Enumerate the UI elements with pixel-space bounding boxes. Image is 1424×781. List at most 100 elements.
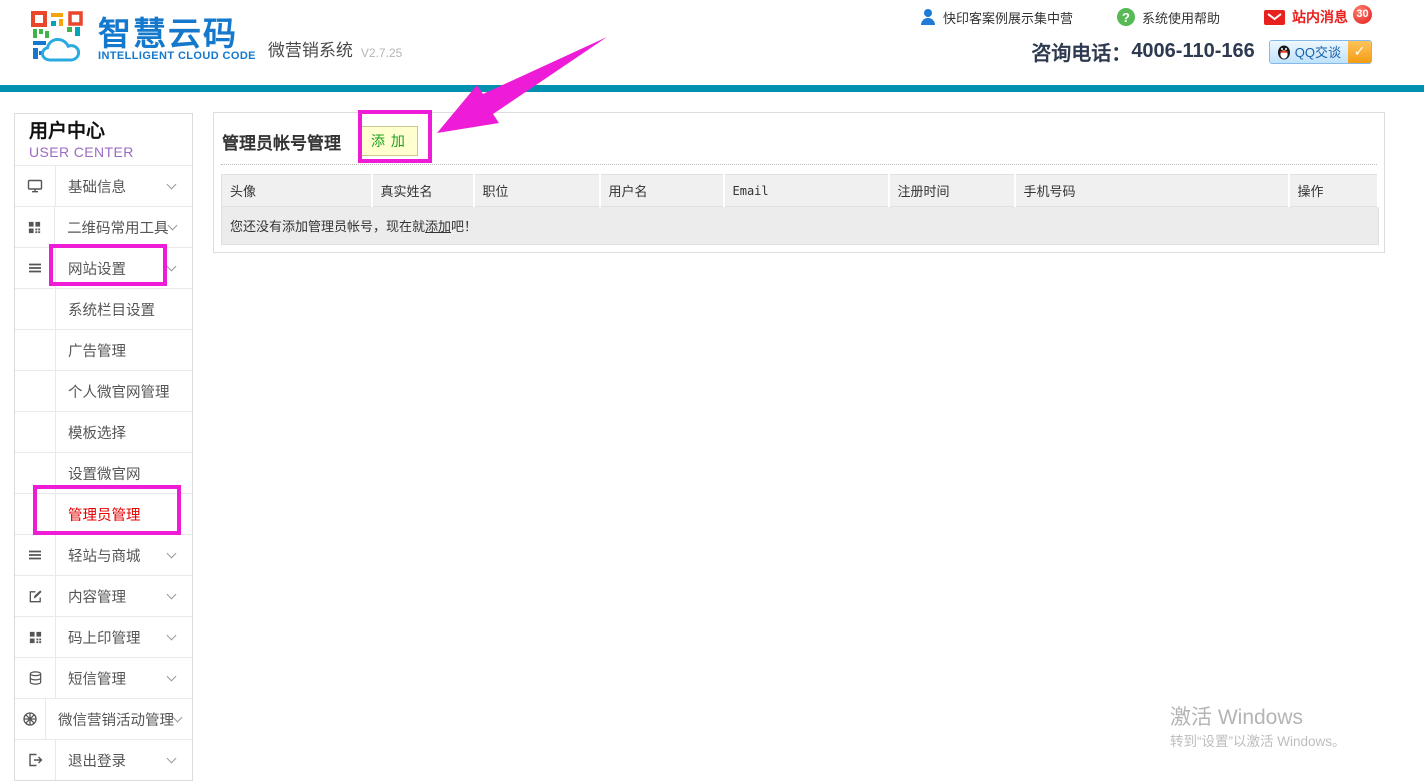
col-avatar: 头像 (222, 175, 372, 207)
sidebar-item-label: 码上印管理 (56, 617, 168, 657)
qq-chat-button[interactable]: QQ交谈 ✓ (1269, 40, 1372, 64)
site-messages-label: 站内消息 (1292, 7, 1348, 27)
submenu-indent (15, 330, 56, 370)
col-position: 职位 (474, 175, 600, 207)
sidebar-item-basic-info[interactable]: 基础信息 (15, 165, 192, 206)
sidebar-item-sms-management[interactable]: 短信管理 (15, 657, 192, 698)
admin-account-panel: 管理员帐号管理 添 加 头像 真实姓名 职位 用户名 Email 注册时间 手机… (213, 112, 1385, 253)
empty-state-row: 您还没有添加管理员帐号，现在就添加吧！ (222, 207, 1379, 245)
sidebar-subitem-ad-management[interactable]: 广告管理 (15, 329, 192, 370)
phone-row: 咨询电话： 4006-110-166 QQ交谈 ✓ (1031, 37, 1372, 66)
empty-message-suffix: 吧！ (451, 219, 477, 234)
col-real-name: 真实姓名 (372, 175, 474, 207)
sidebar-subitem-label: 广告管理 (56, 330, 192, 370)
sidebar-item-content-management[interactable]: 内容管理 (15, 575, 192, 616)
col-actions: 操作 (1289, 175, 1379, 207)
edit-icon (15, 576, 56, 616)
chevron-down-icon (168, 617, 192, 657)
header-links-row: 快印客案例展示集中营 ? 系统使用帮助 站内消息 30 (876, 7, 1372, 27)
sidebar-subitem-system-columns[interactable]: 系统栏目设置 (15, 288, 192, 329)
chevron-down-icon (168, 166, 192, 206)
sidebar-subitem-admin-management[interactable]: 管理员管理 (15, 493, 192, 534)
sidebar-subitem-label: 设置微官网 (56, 453, 192, 493)
qrcode-icon (15, 617, 56, 657)
cloud-qr-logo-icon (31, 10, 95, 64)
empty-add-link[interactable]: 添加 (425, 219, 451, 234)
sidebar-item-print-code-management[interactable]: 码上印管理 (15, 616, 192, 657)
help-icon: ? (1117, 8, 1135, 26)
database-icon (15, 658, 56, 698)
empty-message-prefix: 您还没有添加管理员帐号，现在就 (230, 219, 425, 234)
user-icon (920, 8, 936, 26)
qq-chat-label: QQ交谈 (1295, 42, 1341, 61)
chevron-down-icon (168, 248, 192, 288)
chevron-down-icon (174, 699, 192, 739)
col-email: Email (724, 175, 889, 207)
sidebar-subitem-label-active: 管理员管理 (56, 494, 192, 534)
phone-label: 咨询电话： (1031, 37, 1131, 66)
menu-lines-icon (15, 248, 56, 288)
submenu-indent (15, 371, 56, 411)
sidebar-item-wechat-activity-management[interactable]: 微信营销活动管理 (15, 698, 192, 739)
page-title: 管理员帐号管理 (222, 129, 341, 154)
sidebar-item-qrcode-tools[interactable]: 二维码常用工具 (15, 206, 192, 247)
sidebar-subitem-setup-microsite[interactable]: 设置微官网 (15, 452, 192, 493)
case-showcase-label: 快印客案例展示集中营 (943, 8, 1073, 27)
top-header: 智慧云码 INTELLIGENT CLOUD CODE 微营销系统 V2.7.2… (0, 0, 1424, 85)
dotted-divider (221, 164, 1377, 165)
sidebar-item-label: 短信管理 (56, 658, 168, 698)
col-phone: 手机号码 (1015, 175, 1289, 207)
col-register-time: 注册时间 (889, 175, 1015, 207)
sidebar-item-site-settings[interactable]: 网站设置 (15, 247, 192, 288)
add-admin-button[interactable]: 添 加 (359, 126, 418, 156)
sidebar-item-label: 二维码常用工具 (55, 207, 169, 247)
qq-penguin-icon (1277, 44, 1291, 60)
panel-header: 管理员帐号管理 添 加 (214, 113, 1384, 157)
product-version: V2.7.25 (361, 46, 402, 64)
windows-activation-watermark-title: 激活 Windows (1170, 701, 1303, 731)
brand-logo: 智慧云码 INTELLIGENT CLOUD CODE 微营销系统 V2.7.2… (31, 10, 402, 64)
sidebar-subitem-personal-microsite[interactable]: 个人微官网管理 (15, 370, 192, 411)
phone-number: 4006-110-166 (1131, 40, 1254, 63)
system-help-link[interactable]: ? 系统使用帮助 (1117, 8, 1220, 27)
system-help-label: 系统使用帮助 (1142, 8, 1220, 27)
header-right: 快印客案例展示集中营 ? 系统使用帮助 站内消息 30 咨询电话： 4006-1… (876, 7, 1372, 66)
qrcode-icon (15, 207, 55, 247)
brand-subtitle: INTELLIGENT CLOUD CODE (98, 50, 256, 62)
sidebar: 用户中心 USER CENTER 基础信息 二维码常用工具 网站设置 系统栏目设… (14, 113, 193, 781)
chevron-down-icon (168, 740, 192, 780)
submenu-indent (15, 289, 56, 329)
messages-count-badge: 30 (1353, 5, 1372, 24)
sidebar-subitem-label: 系统栏目设置 (56, 289, 192, 329)
chevron-down-icon (169, 207, 192, 247)
sidebar-item-label: 基础信息 (56, 166, 168, 206)
sidebar-item-light-site-mall[interactable]: 轻站与商城 (15, 534, 192, 575)
submenu-indent (15, 453, 56, 493)
case-showcase-link[interactable]: 快印客案例展示集中营 (920, 8, 1073, 27)
chevron-down-icon (168, 535, 192, 575)
table-header-row: 头像 真实姓名 职位 用户名 Email 注册时间 手机号码 操作 (222, 175, 1379, 207)
sidebar-subtitle: USER CENTER (29, 144, 192, 160)
logout-icon (15, 740, 56, 780)
brand-title: 智慧云码 (98, 18, 256, 49)
sidebar-item-label: 网站设置 (56, 248, 168, 288)
chevron-down-icon (168, 576, 192, 616)
monitor-icon (15, 166, 56, 206)
col-username: 用户名 (600, 175, 724, 207)
sidebar-item-label: 微信营销活动管理 (46, 699, 174, 739)
product-name: 微营销系统 (268, 36, 353, 64)
windows-activation-watermark-subtitle: 转到“设置”以激活 Windows。 (1170, 730, 1346, 750)
sidebar-item-label: 轻站与商城 (56, 535, 168, 575)
sidebar-subitem-template-select[interactable]: 模板选择 (15, 411, 192, 452)
globe-icon (15, 699, 46, 739)
chevron-down-icon (168, 658, 192, 698)
envelope-icon (1264, 10, 1285, 25)
accent-divider-bar (0, 85, 1424, 92)
menu-lines-icon (15, 535, 56, 575)
sidebar-title: 用户中心 (29, 121, 192, 144)
sidebar-item-logout[interactable]: 退出登录 (15, 739, 192, 780)
brand-text: 智慧云码 INTELLIGENT CLOUD CODE (98, 18, 256, 64)
site-messages-link[interactable]: 站内消息 30 (1264, 7, 1372, 27)
submenu-indent (15, 494, 56, 534)
admin-table: 头像 真实姓名 职位 用户名 Email 注册时间 手机号码 操作 您还没有添加… (221, 174, 1379, 245)
